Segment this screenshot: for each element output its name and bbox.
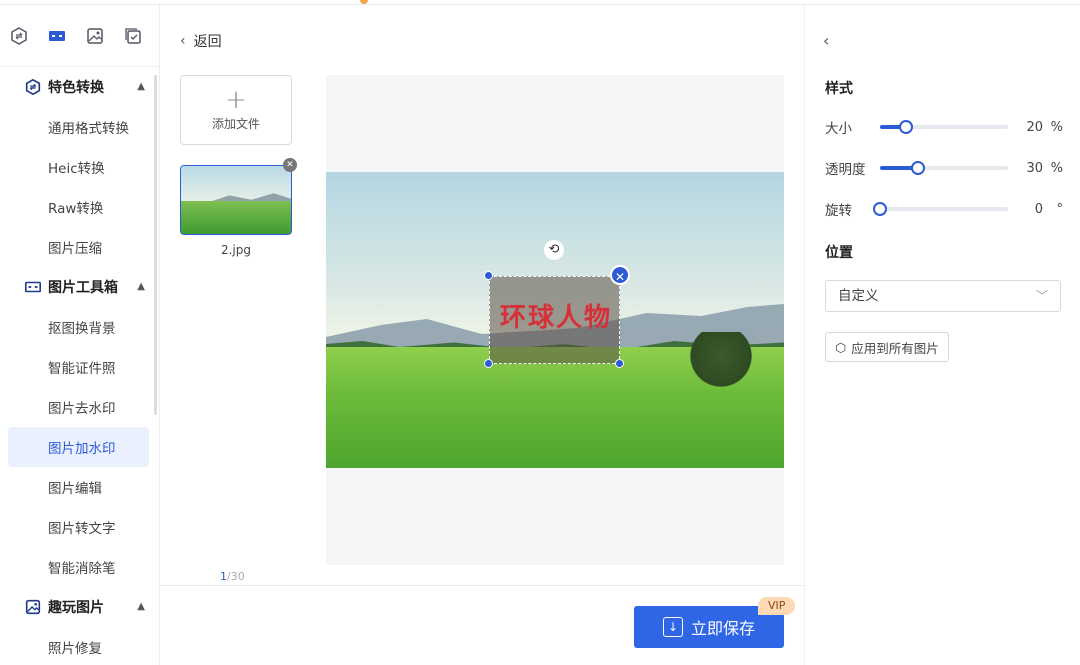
sidebar-item-remove-watermark[interactable]: 图片去水印: [0, 387, 159, 427]
sidebar-item-cutout[interactable]: 抠图换背景: [0, 307, 159, 347]
chevron-left-icon: ‹: [180, 33, 186, 49]
add-file-button[interactable]: + 添加文件: [180, 75, 292, 145]
tree: [686, 332, 756, 392]
opacity-slider-knob[interactable]: [911, 161, 926, 175]
remove-thumbnail-icon[interactable]: ✕: [283, 158, 297, 172]
convert-icon[interactable]: [8, 25, 30, 47]
thumbnail-filename: 2.jpg: [220, 243, 252, 257]
add-file-label: 添加文件: [211, 116, 260, 131]
rotate-unit: °: [1056, 201, 1064, 217]
sidebar-top-icons: [0, 5, 159, 67]
image-thumbnail[interactable]: [180, 165, 292, 235]
rotate-handle-icon[interactable]: ⟲: [544, 240, 564, 260]
sidebar: 特色转换 ▲ 通用格式转换 Heic转换 Raw转换 图片压缩 图片工具箱 ▲ …: [0, 5, 160, 665]
sidebar-item-compress[interactable]: 图片压缩: [0, 227, 159, 267]
sidebar-item-ocr[interactable]: 图片转文字: [0, 507, 159, 547]
sidebar-scrollbar[interactable]: [154, 75, 157, 415]
resize-handle-bottom-left[interactable]: [484, 359, 493, 368]
apply-all-button[interactable]: ⬡ 应用到所有图片: [825, 332, 949, 362]
rotate-slider-row: 旋转 0 °: [825, 199, 1065, 220]
sidebar-item-add-watermark[interactable]: 图片加水印: [8, 427, 149, 467]
size-unit: %: [1050, 119, 1063, 135]
opacity-value: 30: [1026, 160, 1043, 176]
preview-canvas: 环球人物 · · · · · · · · · ⟲ ✕: [326, 75, 784, 565]
fun-image-icon[interactable]: [84, 25, 106, 47]
position-select[interactable]: 自定义 ﹀: [825, 280, 1061, 312]
size-slider-row: 大小 20 %: [825, 117, 1065, 138]
chevron-up-icon: ▲: [137, 601, 145, 612]
position-select-value: 自定义: [838, 288, 879, 304]
fun-image-icon: [24, 598, 42, 616]
chevron-down-icon: ﹀: [1035, 289, 1048, 303]
plus-icon: +: [225, 84, 247, 115]
preview-image: 环球人物 · · · · · · · · · ⟲ ✕: [326, 172, 784, 468]
size-slider[interactable]: [880, 120, 1008, 134]
vip-badge: VIP: [758, 597, 796, 615]
rotate-slider[interactable]: [873, 202, 1008, 216]
sidebar-item-photo-repair[interactable]: 照片修复: [0, 627, 159, 665]
opacity-label: 透明度: [825, 162, 866, 178]
save-label: 立即保存: [690, 619, 755, 638]
checklist-icon[interactable]: [122, 25, 144, 47]
back-label: 返回: [193, 34, 222, 50]
group-title: 特色转换: [48, 80, 104, 96]
watermark-box[interactable]: 环球人物 · · · · · · · · ·: [489, 276, 620, 364]
sidebar-item-edit[interactable]: 图片编辑: [0, 467, 159, 507]
bottom-bar: ↓ 立即保存 VIP: [160, 585, 804, 665]
apply-all-label: 应用到所有图片: [851, 340, 939, 356]
chevron-up-icon: ▲: [137, 281, 145, 292]
notification-dot: [360, 0, 368, 4]
rotate-slider-knob[interactable]: [873, 202, 887, 216]
group-image-toolbox[interactable]: 图片工具箱 ▲: [0, 267, 159, 307]
size-value: 20: [1026, 119, 1043, 135]
size-slider-knob[interactable]: [898, 120, 913, 134]
toolbox-icon[interactable]: [46, 25, 68, 47]
rotate-label: 旋转: [825, 203, 852, 219]
cube-icon: ⬡: [835, 339, 847, 355]
opacity-slider-row: 透明度 30 %: [825, 158, 1065, 179]
opacity-slider[interactable]: [880, 161, 1008, 175]
main-area: ‹ 返回 + 添加文件 ✕ 2.jpg 1/30 环球人物 · · · · · …: [160, 5, 804, 665]
settings-panel: ‹ 样式 大小 20 % 透明度 30 % 旋转 0 ° 位置 自定义 ﹀ ⬡ …: [804, 5, 1080, 665]
watermark-subtext: · · · · · · · · ·: [504, 329, 559, 337]
chevron-up-icon: ▲: [137, 81, 145, 92]
size-label: 大小: [825, 121, 852, 137]
collapse-panel-icon[interactable]: ‹: [823, 31, 829, 50]
rotate-value: 0: [1034, 201, 1043, 217]
image-counter: 1/30: [220, 570, 245, 583]
sidebar-item-raw[interactable]: Raw转换: [0, 187, 159, 227]
style-title: 样式: [825, 81, 853, 97]
group-title: 趣玩图片: [48, 600, 104, 616]
back-button[interactable]: ‹ 返回: [180, 31, 222, 51]
position-title: 位置: [825, 245, 853, 261]
delete-watermark-icon[interactable]: ✕: [610, 265, 630, 285]
sidebar-item-id-photo[interactable]: 智能证件照: [0, 347, 159, 387]
convert-icon: [24, 78, 42, 96]
toolbox-icon: [24, 278, 42, 296]
sidebar-item-general-format[interactable]: 通用格式转换: [0, 107, 159, 147]
sidebar-item-eraser[interactable]: 智能消除笔: [0, 547, 159, 587]
resize-handle-bottom-right[interactable]: [615, 359, 624, 368]
download-icon: ↓: [662, 617, 683, 637]
group-fun-image[interactable]: 趣玩图片 ▲: [0, 587, 159, 627]
resize-handle-top-left[interactable]: [484, 271, 493, 280]
sidebar-item-heic[interactable]: Heic转换: [0, 147, 159, 187]
group-special-convert[interactable]: 特色转换 ▲: [0, 67, 159, 107]
group-title: 图片工具箱: [48, 280, 118, 296]
opacity-unit: %: [1050, 160, 1063, 176]
